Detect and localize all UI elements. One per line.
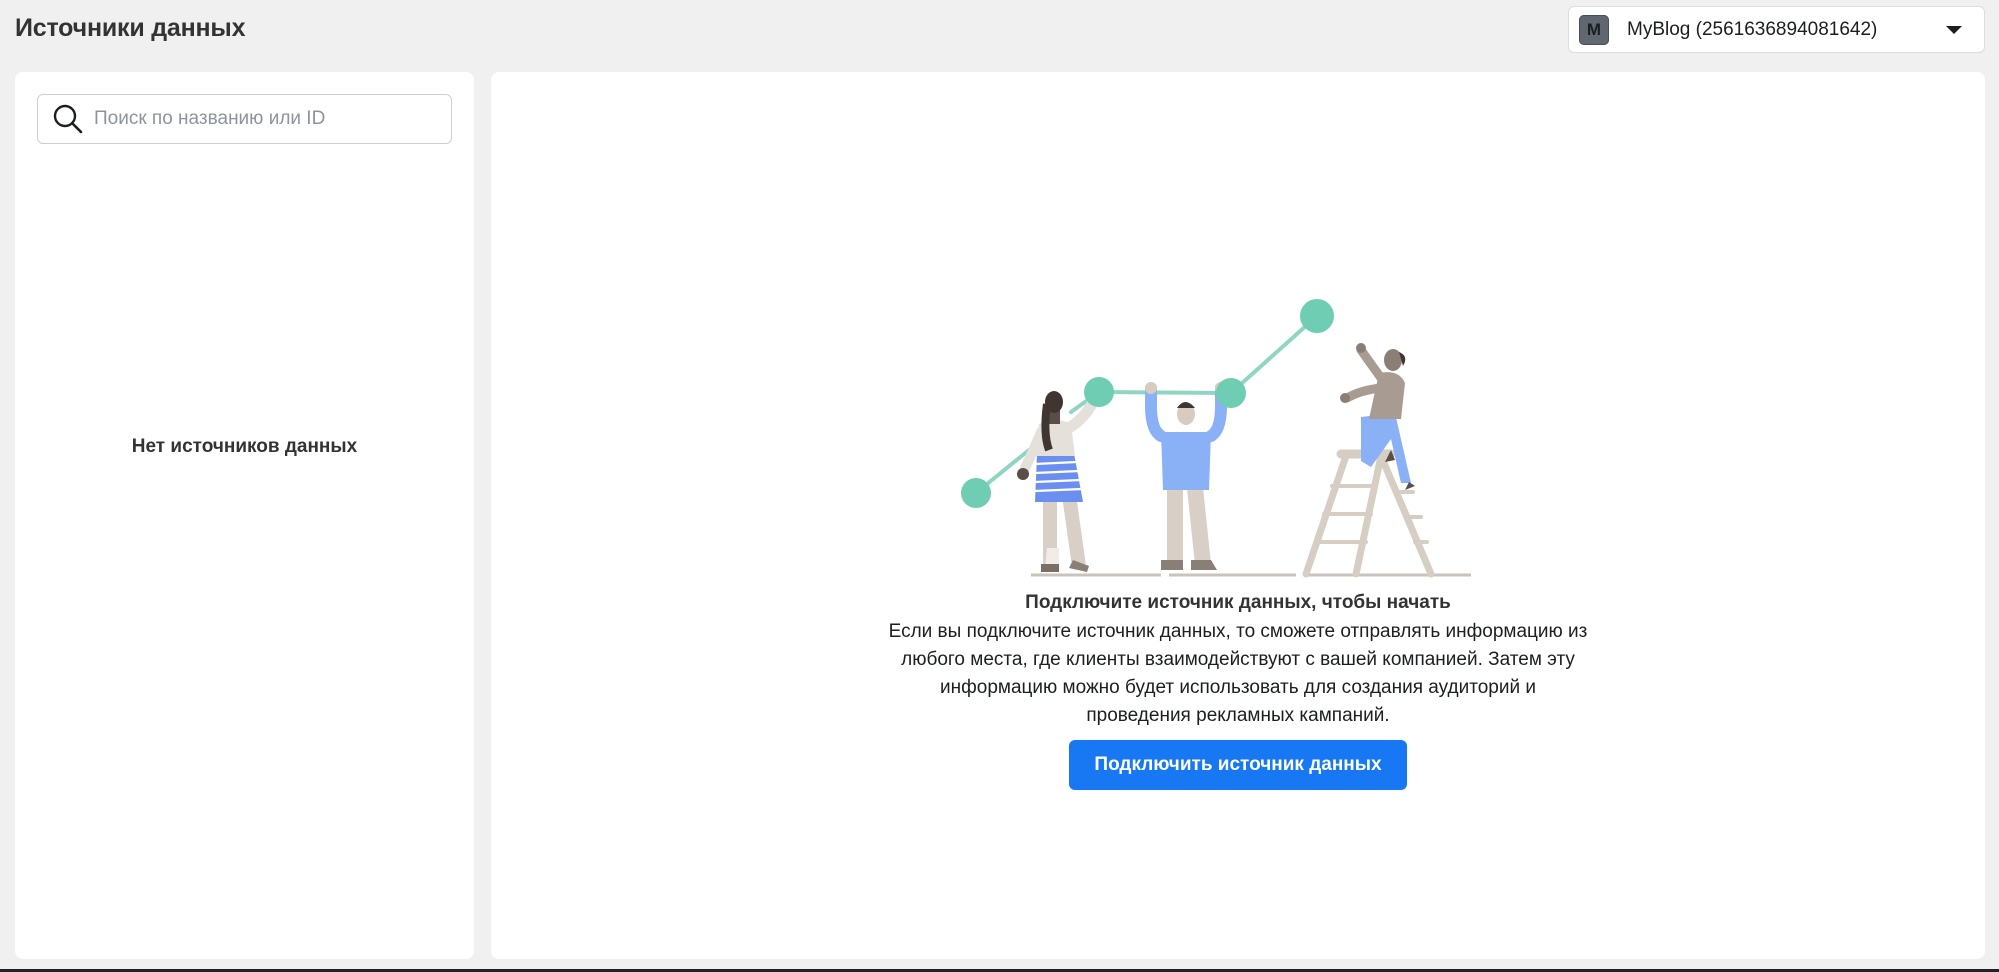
- search-input[interactable]: [92, 107, 436, 131]
- page-title: Источники данных: [15, 14, 246, 42]
- account-avatar: M: [1579, 14, 1609, 45]
- person-man-middle: [1145, 382, 1227, 570]
- account-selector[interactable]: M MyBlog (2561636894081642): [1568, 6, 1985, 53]
- search-icon: [53, 104, 83, 134]
- data-sources-sidebar: Нет источников данных: [15, 72, 474, 959]
- caret-down-icon: [1946, 25, 1962, 34]
- empty-state-label: Нет источников данных: [131, 436, 358, 457]
- main-panel: Подключите источник данных, чтобы начать…: [491, 72, 1985, 959]
- empty-state-description: Если вы подключите источник данных, то с…: [888, 621, 1588, 726]
- search-box[interactable]: [37, 94, 452, 144]
- people-building-chart-illustration: [961, 299, 1471, 578]
- person-woman-left: [1017, 391, 1100, 572]
- account-name: MyBlog (2561636894081642): [1627, 18, 1878, 40]
- empty-state-title: Подключите источник данных, чтобы начать: [1025, 592, 1451, 613]
- connect-data-source-button[interactable]: Подключить источник данных: [1069, 740, 1407, 790]
- ladder: [1302, 449, 1435, 578]
